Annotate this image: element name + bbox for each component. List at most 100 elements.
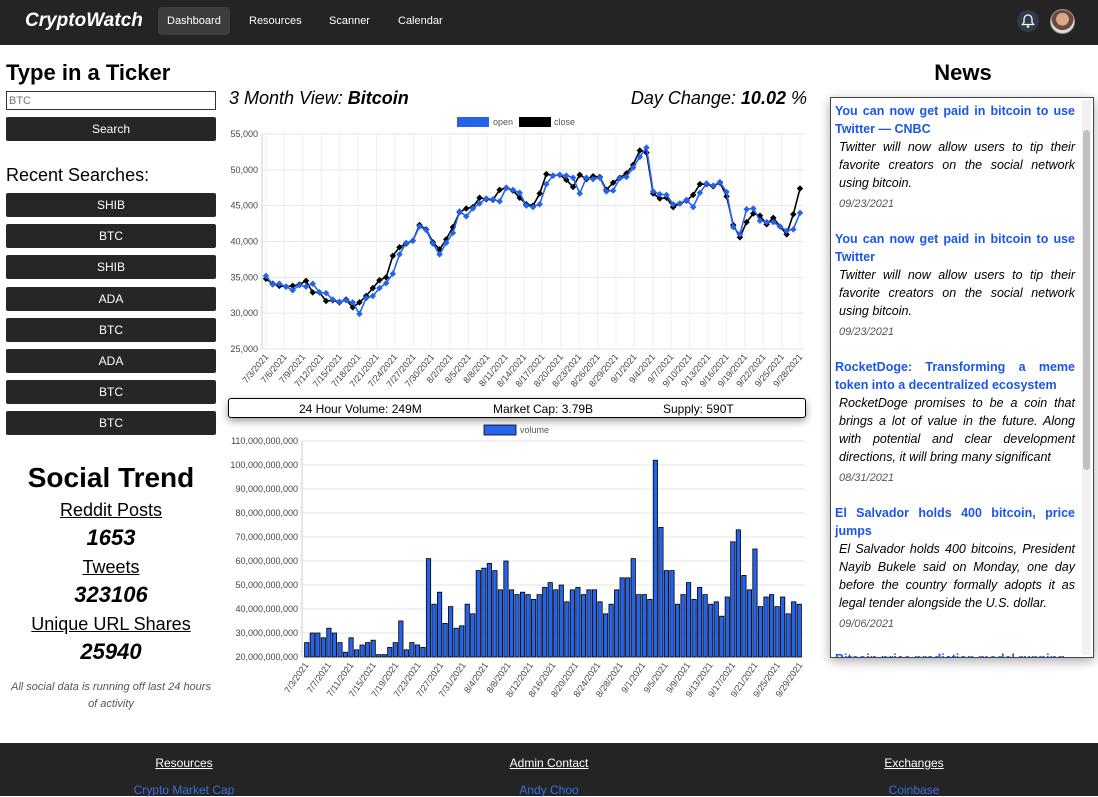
news-date: 08/31/2021 [839,472,895,484]
volume-bar [641,594,647,658]
url-shares-value: 25940 [80,639,142,664]
footer-exchanges-link[interactable]: Coinbase [814,783,1014,797]
volume-bar [757,606,764,658]
footer-admin-title[interactable]: Admin Contact [449,756,649,770]
y-tick-label: 25,000 [230,344,258,354]
volume-bar [674,603,681,658]
social-trend-title: Social Trend [27,462,195,493]
volume-bar [503,560,509,658]
open-series-point [790,226,797,233]
volume-bar [359,644,365,658]
recent-search-button[interactable]: SHIB [6,193,216,217]
volume-bar [486,562,492,658]
news-panel[interactable]: You can now get paid in bitcoin to use T… [830,97,1094,658]
volume-bar [752,548,758,658]
search-button[interactable]: Search [6,117,216,141]
y-tick-label: 50,000,000,000 [235,580,298,590]
recent-search-button[interactable]: ADA [6,349,216,373]
reddit-posts-label[interactable]: Reddit Posts [6,500,216,521]
recent-search-button[interactable]: BTC [6,411,216,435]
volume-chart: volume 110,000,000,000 100,000,000,000 90,0… [230,424,805,699]
volume-bar [525,594,531,658]
y-tick-label: 50,000 [230,165,258,175]
volume-bar [730,541,736,658]
volume-bar [625,577,631,658]
volume-bar [514,594,520,658]
volume-bar [326,627,332,658]
volume-bar [376,654,382,658]
volume-bar [431,603,437,658]
news-headline[interactable]: El Salvador holds 400 bitcoin, price jum… [835,504,1075,540]
nav-calendar[interactable]: Calendar [389,7,452,35]
volume-bar [774,606,780,658]
volume-bar [569,589,575,658]
y-tick-label: 30,000,000,000 [235,628,298,638]
recent-search-button[interactable]: ADA [6,287,216,311]
volume-bar [586,589,592,658]
news-date: 09/06/2021 [839,618,895,630]
recent-search-button[interactable]: BTC [6,318,216,342]
news-scrollbar[interactable] [1082,100,1091,655]
news-headline[interactable]: RocketDoge: Transforming a meme token in… [835,358,1075,394]
ticker-input[interactable] [6,91,216,110]
volume-bar [309,632,315,658]
social-trend-panel: Social Trend Reddit Posts 1653 Tweets 32… [6,462,216,713]
volume-bar [508,589,515,658]
volume-bar [531,598,537,658]
news-headline[interactable]: You can now get paid in bitcoin to use T… [835,230,1075,266]
recent-search-button[interactable]: BTC [6,380,216,404]
volume-bar [558,584,564,658]
volume-bar [436,591,443,658]
y-tick-label: 100,000,000,000 [230,460,298,470]
footer-resources-link[interactable]: Crypto Market Cap [84,783,284,797]
open-series-point [709,182,717,189]
volume-bar [647,598,653,658]
volume-bar [348,637,354,658]
volume-bar [448,606,454,658]
volume-bar [492,570,498,658]
nav-scanner[interactable]: Scanner [320,7,379,35]
footer-resources: Resources Crypto Market Cap [84,756,284,797]
nav-dashboard[interactable]: Dashboard [158,7,230,35]
stats-bar: 24 Hour Volume: 249M Market Cap: 3.79B S… [228,398,806,418]
y-tick-label: 80,000,000,000 [235,508,298,518]
volume-bar [591,589,598,658]
ticker-title: Type in a Ticker [6,60,171,85]
url-shares-label[interactable]: Unique URL Shares [6,614,216,635]
open-series-point [503,184,510,192]
footer: Resources Crypto Market Cap Admin Contac… [0,743,1098,797]
open-series-point [409,237,417,245]
volume-bar [553,589,559,658]
avatar[interactable] [1050,9,1075,34]
tweets-label[interactable]: Tweets [6,557,216,578]
reddit-posts-value: 1653 [86,525,136,550]
news-title: News [934,60,992,85]
volume-bar [796,603,802,658]
recent-search-button[interactable]: SHIB [6,255,216,279]
legend-label-close: close [554,117,575,127]
volume-bar [597,601,603,658]
volume-bar [481,567,487,658]
y-tick-label: 30,000 [230,308,258,318]
news-scroll-thumb[interactable] [1083,130,1090,470]
news-headline[interactable]: You can now get paid in bitcoin to use T… [835,102,1075,138]
volume-bar [713,601,719,658]
footer-resources-title[interactable]: Resources [84,756,284,770]
volume-bar [580,594,586,658]
volume-bar [663,570,669,658]
news-item: You can now get paid in bitcoin to use T… [835,230,1075,338]
volume-bar [331,632,338,658]
volume-bar [442,622,448,658]
footer-admin-link[interactable]: Andy Choo [449,783,649,797]
footer-exchanges-title[interactable]: Exchanges [814,756,1014,770]
bell-icon[interactable] [1017,10,1039,32]
open-series-point [396,251,403,258]
recent-search-button[interactable]: BTC [6,224,216,248]
news-body: El Salvador holds 400 bitcoins, Presiden… [839,542,1075,610]
volume-bar [763,596,769,658]
news-headline[interactable]: Bitcoin price prediction model running [835,650,1075,657]
volume-bar [542,586,548,658]
nav-resources[interactable]: Resources [240,7,311,35]
volume-bar [425,558,432,658]
brand-logo[interactable]: CryptoWatch [25,10,143,32]
